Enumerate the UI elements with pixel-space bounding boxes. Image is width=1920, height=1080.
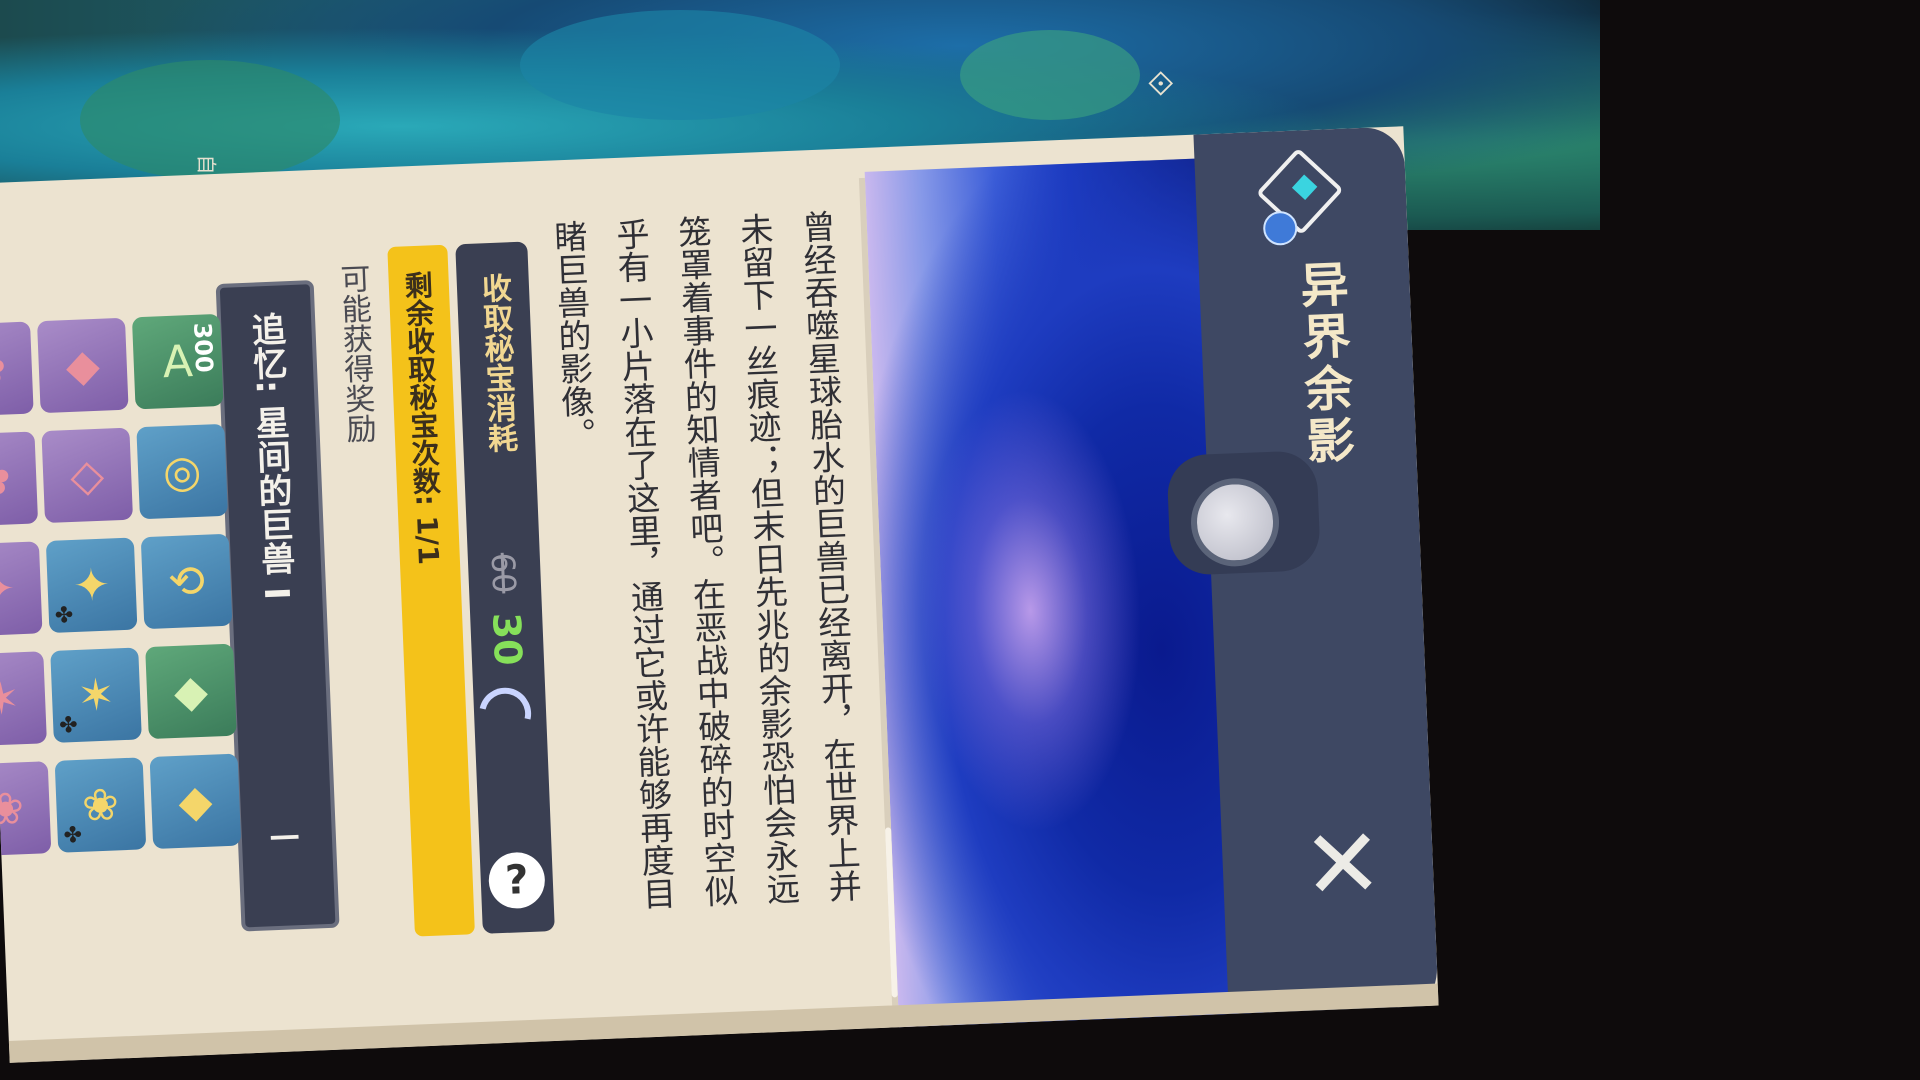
artifact-set-mark-icon: ✤ bbox=[54, 603, 74, 629]
panel-body: 异界余影 ✕ 曾经吞噬星球胎水的巨兽已经离开，在世界上并未留下一丝痕迹；但末日先… bbox=[0, 126, 1439, 1063]
reward-item[interactable]: ✶✤ bbox=[50, 647, 142, 743]
sapphire-gem-icon: ◆ bbox=[64, 339, 101, 392]
resin-cost-discounted: 30 bbox=[484, 611, 531, 667]
possible-rewards-label: 可能获得奖励 bbox=[333, 262, 377, 445]
domain-description: 曾经吞噬星球胎水的巨兽已经离开，在世界上并未留下一丝痕迹；但末日先兆的余影恐怕会… bbox=[548, 209, 863, 911]
reward-item[interactable]: ✦✤ bbox=[0, 541, 43, 637]
artifact-set-mark-icon: ✤ bbox=[58, 712, 79, 739]
reward-item[interactable]: ◆ bbox=[149, 753, 242, 849]
red-flower-artifact-icon: ✿ bbox=[0, 343, 8, 396]
reward-item[interactable]: ✦✤ bbox=[45, 537, 138, 633]
mora-coin-icon: ◎ bbox=[161, 445, 203, 498]
resin-cost-original: 60 bbox=[483, 551, 524, 595]
reward-item[interactable]: ✿✤ bbox=[0, 431, 39, 527]
reward-item[interactable]: ◆ bbox=[36, 317, 129, 414]
reward-item[interactable]: ❀✤ bbox=[54, 757, 147, 853]
panel-title: 异界余影 bbox=[1290, 258, 1355, 469]
reward-item[interactable]: ⟲ bbox=[140, 533, 233, 630]
panel-bottom-edge bbox=[8, 983, 1439, 1063]
reward-item[interactable]: A 300 bbox=[131, 313, 224, 410]
reward-item[interactable]: ✶✤ bbox=[0, 651, 47, 747]
green-lotus-artifact-icon: ❀ bbox=[0, 782, 25, 836]
reward-quantity: 300 bbox=[188, 322, 219, 374]
rose-artifact-icon: ✦ bbox=[0, 562, 17, 616]
blue-flower-artifact-icon: ✿ bbox=[0, 452, 12, 506]
companionship-exp-icon: ⟲ bbox=[167, 555, 206, 608]
reward-item[interactable]: ◇ bbox=[41, 427, 134, 524]
lapis-gem-icon: ◆ bbox=[177, 775, 214, 828]
artifact-set-mark-icon: ✤ bbox=[63, 822, 83, 849]
crystal-chunk-icon: ◆ bbox=[173, 665, 209, 718]
reward-item[interactable]: ◎ bbox=[136, 423, 228, 520]
reward-item[interactable]: ◆ bbox=[145, 643, 237, 740]
challenge-level-marker: I bbox=[261, 830, 307, 844]
reward-item[interactable]: ✿✤ bbox=[0, 321, 34, 417]
crystal-prism-icon: ◇ bbox=[69, 449, 106, 502]
gold-star-artifact-icon: ✶ bbox=[0, 672, 21, 726]
resin-cost-label: 收取秘宝消耗 bbox=[475, 272, 518, 454]
domain-panel: 异界余影 ✕ 曾经吞噬星球胎水的巨兽已经离开，在世界上并未留下一丝痕迹；但末日先… bbox=[0, 57, 1668, 1063]
reward-item[interactable]: ❀✤ bbox=[0, 761, 52, 857]
close-button[interactable]: ✕ bbox=[1296, 807, 1390, 922]
